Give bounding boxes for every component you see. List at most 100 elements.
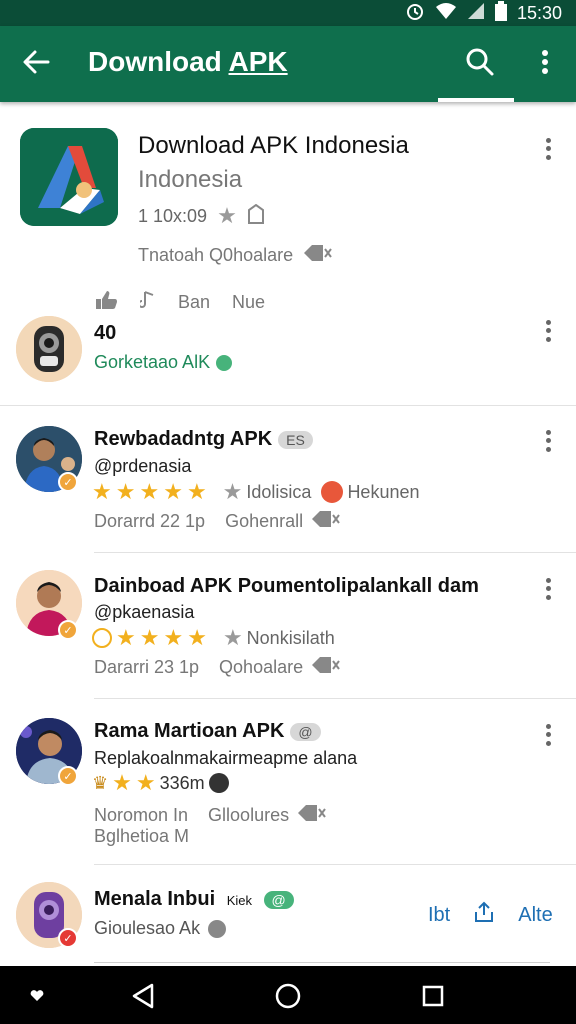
review-handle: Gioulesao Ak: [94, 918, 227, 939]
system-nav-bar: [0, 966, 576, 1024]
tab-indicator: [438, 98, 514, 102]
app-meta: 1 10x:09 ★: [138, 203, 265, 229]
verified-badge-icon: ✓: [58, 766, 78, 786]
tag-icon: [311, 656, 341, 679]
review-name-text: Rewbadadntg APK: [94, 428, 273, 450]
app-logo-icon[interactable]: [20, 128, 118, 226]
search-icon[interactable]: [460, 42, 500, 82]
signal-icon: [467, 2, 485, 25]
verified-badge-icon: ✓: [58, 620, 78, 640]
title-underlined-text: APK: [228, 46, 288, 77]
nav-recents-icon[interactable]: [418, 982, 448, 1010]
music-note-icon[interactable]: [138, 290, 156, 315]
rating-stars: ♛ ★ ★ 336m: [92, 770, 229, 796]
wifi-icon: [435, 2, 457, 25]
overflow-menu-icon[interactable]: [530, 42, 560, 82]
verified-badge-icon: ✓: [58, 928, 78, 948]
app-title: Download APK Indonesia: [138, 132, 409, 159]
nav-back-icon[interactable]: [128, 982, 158, 1010]
review-name-text: Menala Inbui: [94, 888, 216, 910]
share-icon[interactable]: [472, 900, 496, 930]
review-more-icon[interactable]: [538, 722, 558, 748]
app-meta-text: 1 10x:09: [138, 205, 208, 226]
review-category: Glloolures: [208, 805, 290, 825]
star-icon: ★: [163, 479, 183, 504]
tag-icon: [303, 244, 333, 267]
divider: [94, 698, 576, 699]
star-icon: ★: [217, 203, 237, 228]
tag-icon: [297, 804, 327, 827]
review-name-text: Rama Martioan APK: [94, 720, 285, 742]
review-action-1[interactable]: Ibt: [428, 904, 450, 927]
review-meta: Dararri 23 1p Qohoalare: [94, 656, 341, 679]
developer-label: Gorketaao AlK: [94, 352, 233, 373]
emoji-icon: [321, 481, 344, 503]
status-dot-icon: [216, 354, 233, 371]
star-icon: ★: [139, 625, 160, 650]
review-actions: Ibt Alte: [428, 900, 553, 930]
verified-badge-icon: ✓: [58, 472, 78, 492]
rating-text: 336m: [159, 772, 205, 793]
review-more-icon[interactable]: [538, 428, 558, 454]
star-icon: ★: [112, 770, 132, 795]
review-name: Rama Martioan APK @: [94, 720, 321, 743]
star-icon: ★: [163, 625, 184, 650]
review-pill: @: [290, 722, 321, 741]
review-category: Gohenrall: [225, 511, 304, 531]
divider: [94, 962, 550, 963]
rating-label: Idolisica: [246, 481, 312, 502]
review-meta: Noromon In Glloolures: [94, 804, 327, 827]
star-icon: ★: [135, 770, 156, 795]
star-icon: ★: [116, 625, 136, 650]
rating-circle-icon: [92, 628, 112, 648]
thumbs-up-icon[interactable]: [94, 290, 118, 315]
rating-tag: Hekunen: [347, 481, 420, 502]
review-name: Menala Inbui Kiek @: [94, 888, 294, 911]
app-tags: Tnatoah Q0hoalare: [138, 244, 333, 267]
star-outline-icon: ★: [222, 479, 243, 504]
title-text: Download: [88, 46, 229, 77]
review-action-2[interactable]: Alte: [518, 904, 552, 927]
alarm-icon: [405, 1, 425, 26]
review-handle: @prdenasia: [94, 456, 192, 476]
heart-icon[interactable]: [22, 982, 52, 1010]
review-more-icon[interactable]: [538, 576, 558, 602]
review-name: Dainboad APK Poumentolipalankall dam: [94, 575, 479, 597]
hero-action-row: Ban Nue: [94, 290, 265, 315]
minus-circle-icon: [208, 919, 227, 938]
rating-label: Nonkisilath: [246, 627, 335, 648]
compass-icon: [208, 773, 229, 793]
divider: [94, 552, 576, 553]
review-handle: Replakoalnmakairmeapme alana: [94, 748, 358, 768]
page-title: Download APK: [88, 46, 288, 78]
app-bar: Download APK: [0, 26, 576, 102]
app-tags-text: Tnatoah Q0hoalare: [138, 245, 294, 265]
hero-action-1[interactable]: Ban: [178, 292, 210, 313]
review-pill: ES: [278, 430, 313, 449]
item-number: 40: [94, 322, 117, 344]
review-small-tag: Kiek: [226, 893, 252, 908]
divider: [94, 864, 576, 865]
back-arrow-icon[interactable]: [18, 44, 54, 80]
review-meta: Dorarrd 22 1p Gohenrall: [94, 510, 341, 533]
review-pill: @: [263, 890, 294, 909]
divider: [0, 405, 576, 406]
review-name: Rewbadadntg APK ES: [94, 428, 313, 451]
hero-action-2[interactable]: Nue: [232, 292, 265, 313]
developer-label-text: Gorketaao AlK: [94, 352, 211, 372]
star-icon: ★: [139, 479, 160, 504]
review-date: Noromon In: [94, 805, 189, 825]
review-date: Dorarrd 22 1p: [94, 511, 206, 531]
app-subtitle: Indonesia: [138, 166, 243, 193]
review-handle: @pkaenasia: [94, 602, 195, 622]
avatar[interactable]: [16, 316, 82, 382]
tag-icon: [311, 510, 341, 533]
trophy-icon: ♛: [92, 772, 109, 793]
battery-icon: [494, 0, 507, 26]
item-more-icon[interactable]: [538, 318, 558, 344]
status-bar: 15:30: [0, 0, 576, 26]
review-category: Qohoalare: [219, 657, 304, 677]
nav-home-icon[interactable]: [273, 982, 303, 1010]
hero-more-icon[interactable]: [538, 136, 558, 162]
star-outline-icon: ★: [222, 625, 243, 650]
